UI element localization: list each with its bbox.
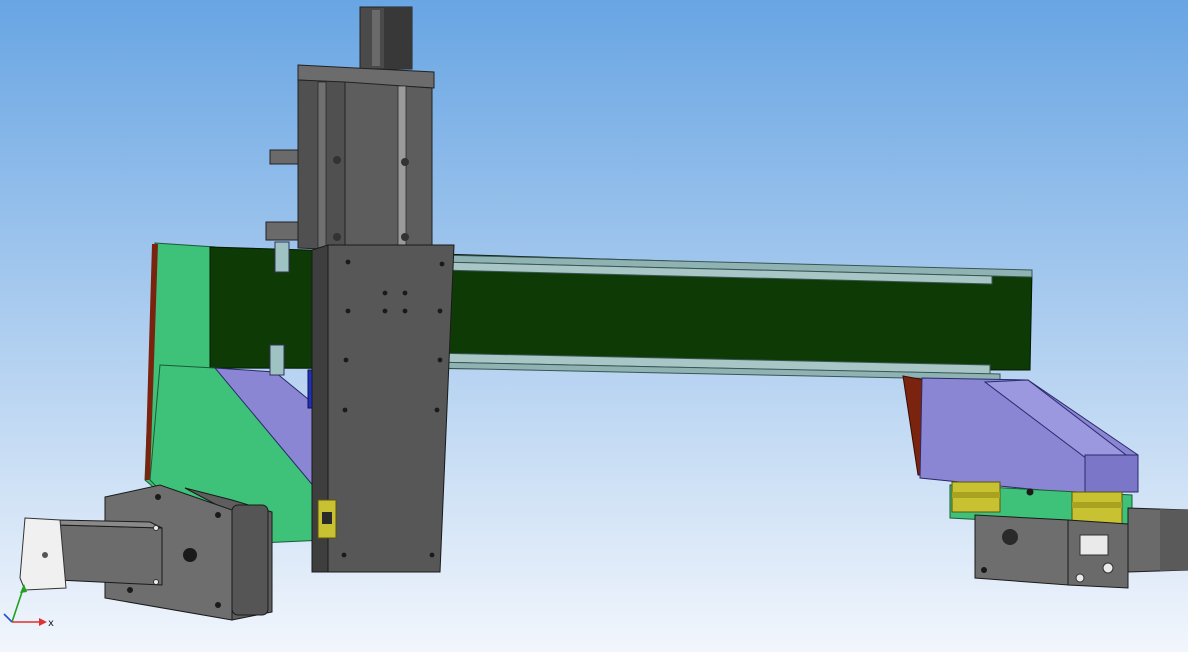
slider-block-groove [1072, 502, 1122, 508]
mount-hole [1002, 529, 1018, 545]
endcap-screw [153, 525, 159, 531]
left-motor-hole [155, 494, 161, 500]
column-face [344, 81, 433, 251]
z-carriage-plate[interactable] [311, 244, 455, 573]
z-motor-top-shade [384, 7, 412, 69]
endcap-screw [42, 552, 48, 558]
carriage-plate-front [327, 244, 455, 573]
left-motor-hole [127, 587, 133, 593]
left-motor-hole [215, 512, 221, 518]
plate-hole [341, 552, 347, 558]
plate-hole [345, 308, 351, 314]
column-rail-right [397, 85, 407, 251]
cad-3d-viewport[interactable]: x [0, 0, 1188, 652]
z-slider-block-cut [322, 512, 332, 524]
right-motor-body-shade [1160, 509, 1188, 571]
column-bolt [333, 156, 341, 164]
plate-hole [343, 357, 349, 363]
column-bolt [333, 233, 341, 241]
slider-block-groove [952, 492, 1000, 498]
column-tab [269, 149, 299, 165]
plate-hole [429, 552, 435, 558]
left-motor-ring [231, 504, 269, 616]
left-motor-hole [215, 602, 221, 608]
left-motor-hole [183, 548, 197, 562]
x-axis-label: x [48, 618, 54, 629]
plate-hole [342, 407, 348, 413]
column-bolt [401, 233, 409, 241]
plate-hole [437, 308, 443, 314]
left-motor-body [57, 524, 163, 586]
plate-hole [382, 290, 388, 296]
plate-hole [345, 259, 351, 265]
right-motor-shaft [1079, 534, 1109, 556]
plate-hole [382, 308, 388, 314]
plate-hole [437, 357, 443, 363]
column-tab [265, 221, 299, 241]
right-motor-screw [1102, 562, 1114, 574]
plate-hole [402, 290, 408, 296]
column-rail-left [317, 81, 327, 249]
gantry-assembly-model[interactable]: x [0, 0, 1188, 652]
column-bolt [401, 158, 409, 166]
rail-clip [274, 241, 290, 273]
endcap-screw [153, 579, 159, 585]
plate-hole [434, 407, 440, 413]
z-motor-top-light [372, 10, 380, 66]
right-bracket-lip [1084, 454, 1139, 493]
plate-hole [439, 261, 445, 267]
rail-clip [269, 344, 285, 376]
right-motor-mount [974, 514, 1069, 586]
right-motor-screw [1075, 573, 1085, 583]
mount-hole [981, 567, 987, 573]
base-bolt [1026, 488, 1034, 496]
plate-hole [402, 308, 408, 314]
